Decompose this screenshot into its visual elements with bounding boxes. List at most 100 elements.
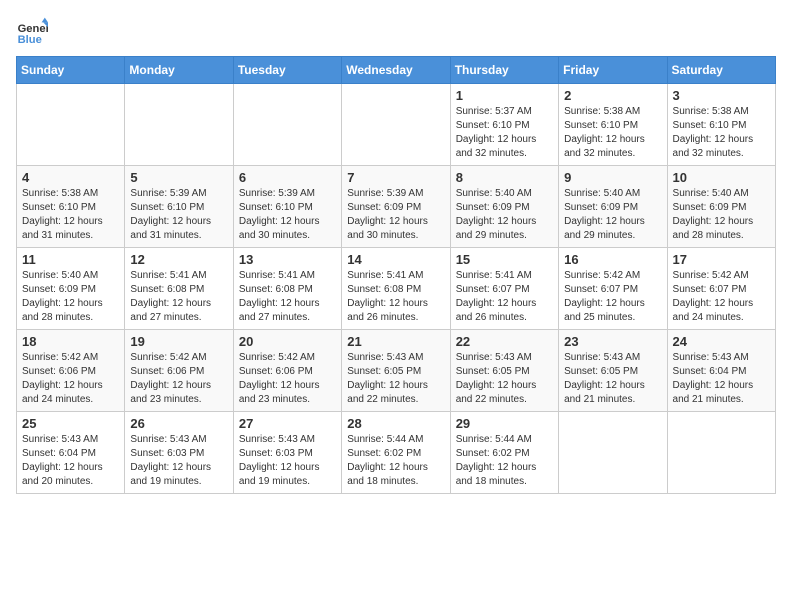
day-number: 23 bbox=[564, 334, 661, 349]
week-row-4: 25 Sunrise: 5:43 AMSunset: 6:04 PMDayligh… bbox=[17, 412, 776, 494]
day-number: 15 bbox=[456, 252, 553, 267]
day-number: 2 bbox=[564, 88, 661, 103]
day-number: 25 bbox=[22, 416, 119, 431]
day-number: 18 bbox=[22, 334, 119, 349]
day-cell: 29Sunrise: 5:44 AMSunset: 6:02 PMDayligh… bbox=[450, 412, 558, 494]
day-number: 12 bbox=[130, 252, 227, 267]
day-info: Sunrise: 5:43 AMSunset: 6:04 PMDaylight:… bbox=[22, 433, 119, 489]
day-cell: 15 Sunrise: 5:41 AMSunset: 6:07 PMDayligh… bbox=[450, 248, 558, 330]
day-cell: 10Sunrise: 5:40 AMSunset: 6:09 PMDayligh… bbox=[667, 166, 775, 248]
day-number: 16 bbox=[564, 252, 661, 267]
day-info: Sunrise: 5:42 AMSunset: 6:07 PMDaylight:… bbox=[564, 269, 661, 325]
day-info: Sunrise: 5:43 AMSunset: 6:03 PMDaylight:… bbox=[239, 433, 336, 489]
day-cell: 19 Sunrise: 5:42 AMSunset: 6:06 PMDayligh… bbox=[125, 330, 233, 412]
day-number: 4 bbox=[22, 170, 119, 185]
day-number: 5 bbox=[130, 170, 227, 185]
day-cell bbox=[125, 84, 233, 166]
day-number: 11 bbox=[22, 252, 119, 267]
day-number: 3 bbox=[673, 88, 770, 103]
page-header: General Blue bbox=[16, 16, 776, 48]
day-info: Sunrise: 5:37 AMSunset: 6:10 PMDaylight:… bbox=[456, 105, 553, 161]
day-info: Sunrise: 5:43 AMSunset: 6:04 PMDaylight:… bbox=[673, 351, 770, 407]
day-info: Sunrise: 5:41 AMSunset: 6:08 PMDaylight:… bbox=[130, 269, 227, 325]
day-cell: 20 Sunrise: 5:42 AMSunset: 6:06 PMDayligh… bbox=[233, 330, 341, 412]
day-cell: 23 Sunrise: 5:43 AMSunset: 6:05 PMDayligh… bbox=[559, 330, 667, 412]
day-number: 24 bbox=[673, 334, 770, 349]
day-number: 29 bbox=[456, 416, 553, 431]
day-info: Sunrise: 5:43 AMSunset: 6:05 PMDaylight:… bbox=[347, 351, 444, 407]
day-cell: 8 Sunrise: 5:40 AMSunset: 6:09 PMDaylight… bbox=[450, 166, 558, 248]
day-number: 9 bbox=[564, 170, 661, 185]
day-number: 19 bbox=[130, 334, 227, 349]
day-cell: 28Sunrise: 5:44 AMSunset: 6:02 PMDayligh… bbox=[342, 412, 450, 494]
day-number: 7 bbox=[347, 170, 444, 185]
day-info: Sunrise: 5:43 AMSunset: 6:05 PMDaylight:… bbox=[456, 351, 553, 407]
day-cell: 22 Sunrise: 5:43 AMSunset: 6:05 PMDayligh… bbox=[450, 330, 558, 412]
day-cell bbox=[233, 84, 341, 166]
day-info: Sunrise: 5:40 AMSunset: 6:09 PMDaylight:… bbox=[22, 269, 119, 325]
day-info: Sunrise: 5:42 AMSunset: 6:06 PMDaylight:… bbox=[130, 351, 227, 407]
day-cell: 2 Sunrise: 5:38 AMSunset: 6:10 PMDaylight… bbox=[559, 84, 667, 166]
col-header-friday: Friday bbox=[559, 57, 667, 84]
day-cell: 24 Sunrise: 5:43 AMSunset: 6:04 PMDayligh… bbox=[667, 330, 775, 412]
day-cell: 4 Sunrise: 5:38 AMSunset: 6:10 PMDaylight… bbox=[17, 166, 125, 248]
day-cell: 11 Sunrise: 5:40 AMSunset: 6:09 PMDayligh… bbox=[17, 248, 125, 330]
svg-text:Blue: Blue bbox=[18, 34, 42, 46]
week-row-1: 4 Sunrise: 5:38 AMSunset: 6:10 PMDaylight… bbox=[17, 166, 776, 248]
day-cell: 21 Sunrise: 5:43 AMSunset: 6:05 PMDayligh… bbox=[342, 330, 450, 412]
week-row-0: 1 Sunrise: 5:37 AMSunset: 6:10 PMDaylight… bbox=[17, 84, 776, 166]
day-cell: 7 Sunrise: 5:39 AMSunset: 6:09 PMDaylight… bbox=[342, 166, 450, 248]
day-info: Sunrise: 5:40 AMSunset: 6:09 PMDaylight:… bbox=[564, 187, 661, 243]
day-cell: 1 Sunrise: 5:37 AMSunset: 6:10 PMDaylight… bbox=[450, 84, 558, 166]
day-info: Sunrise: 5:40 AMSunset: 6:09 PMDaylight:… bbox=[456, 187, 553, 243]
day-cell: 6 Sunrise: 5:39 AMSunset: 6:10 PMDaylight… bbox=[233, 166, 341, 248]
day-cell bbox=[559, 412, 667, 494]
day-cell bbox=[342, 84, 450, 166]
day-cell: 27 Sunrise: 5:43 AMSunset: 6:03 PMDayligh… bbox=[233, 412, 341, 494]
day-number: 20 bbox=[239, 334, 336, 349]
day-number: 14 bbox=[347, 252, 444, 267]
day-info: Sunrise: 5:41 AMSunset: 6:07 PMDaylight:… bbox=[456, 269, 553, 325]
day-info: Sunrise: 5:38 AMSunset: 6:10 PMDaylight:… bbox=[22, 187, 119, 243]
logo-icon: General Blue bbox=[16, 16, 48, 48]
day-info: Sunrise: 5:43 AMSunset: 6:03 PMDaylight:… bbox=[130, 433, 227, 489]
day-number: 8 bbox=[456, 170, 553, 185]
day-cell: 9 Sunrise: 5:40 AMSunset: 6:09 PMDaylight… bbox=[559, 166, 667, 248]
col-header-monday: Monday bbox=[125, 57, 233, 84]
svg-text:General: General bbox=[18, 23, 48, 35]
col-header-sunday: Sunday bbox=[17, 57, 125, 84]
logo: General Blue bbox=[16, 16, 52, 48]
day-cell: 13Sunrise: 5:41 AMSunset: 6:08 PMDayligh… bbox=[233, 248, 341, 330]
day-number: 1 bbox=[456, 88, 553, 103]
day-number: 22 bbox=[456, 334, 553, 349]
day-cell bbox=[667, 412, 775, 494]
day-cell: 25 Sunrise: 5:43 AMSunset: 6:04 PMDayligh… bbox=[17, 412, 125, 494]
day-info: Sunrise: 5:39 AMSunset: 6:09 PMDaylight:… bbox=[347, 187, 444, 243]
day-cell: 12 Sunrise: 5:41 AMSunset: 6:08 PMDayligh… bbox=[125, 248, 233, 330]
day-info: Sunrise: 5:42 AMSunset: 6:06 PMDaylight:… bbox=[239, 351, 336, 407]
col-header-tuesday: Tuesday bbox=[233, 57, 341, 84]
day-cell: 17 Sunrise: 5:42 AMSunset: 6:07 PMDayligh… bbox=[667, 248, 775, 330]
week-row-2: 11 Sunrise: 5:40 AMSunset: 6:09 PMDayligh… bbox=[17, 248, 776, 330]
day-number: 10 bbox=[673, 170, 770, 185]
day-number: 21 bbox=[347, 334, 444, 349]
day-number: 27 bbox=[239, 416, 336, 431]
day-info: Sunrise: 5:43 AMSunset: 6:05 PMDaylight:… bbox=[564, 351, 661, 407]
day-cell: 14Sunrise: 5:41 AMSunset: 6:08 PMDayligh… bbox=[342, 248, 450, 330]
day-cell bbox=[17, 84, 125, 166]
day-number: 13 bbox=[239, 252, 336, 267]
col-header-thursday: Thursday bbox=[450, 57, 558, 84]
day-info: Sunrise: 5:39 AMSunset: 6:10 PMDaylight:… bbox=[239, 187, 336, 243]
day-number: 17 bbox=[673, 252, 770, 267]
day-info: Sunrise: 5:39 AMSunset: 6:10 PMDaylight:… bbox=[130, 187, 227, 243]
day-cell: 16 Sunrise: 5:42 AMSunset: 6:07 PMDayligh… bbox=[559, 248, 667, 330]
day-info: Sunrise: 5:44 AMSunset: 6:02 PMDaylight:… bbox=[347, 433, 444, 489]
day-cell: 3 Sunrise: 5:38 AMSunset: 6:10 PMDaylight… bbox=[667, 84, 775, 166]
day-info: Sunrise: 5:38 AMSunset: 6:10 PMDaylight:… bbox=[673, 105, 770, 161]
day-info: Sunrise: 5:42 AMSunset: 6:07 PMDaylight:… bbox=[673, 269, 770, 325]
col-header-wednesday: Wednesday bbox=[342, 57, 450, 84]
day-cell: 18Sunrise: 5:42 AMSunset: 6:06 PMDayligh… bbox=[17, 330, 125, 412]
calendar-table: SundayMondayTuesdayWednesdayThursdayFrid… bbox=[16, 56, 776, 494]
day-info: Sunrise: 5:38 AMSunset: 6:10 PMDaylight:… bbox=[564, 105, 661, 161]
day-number: 6 bbox=[239, 170, 336, 185]
